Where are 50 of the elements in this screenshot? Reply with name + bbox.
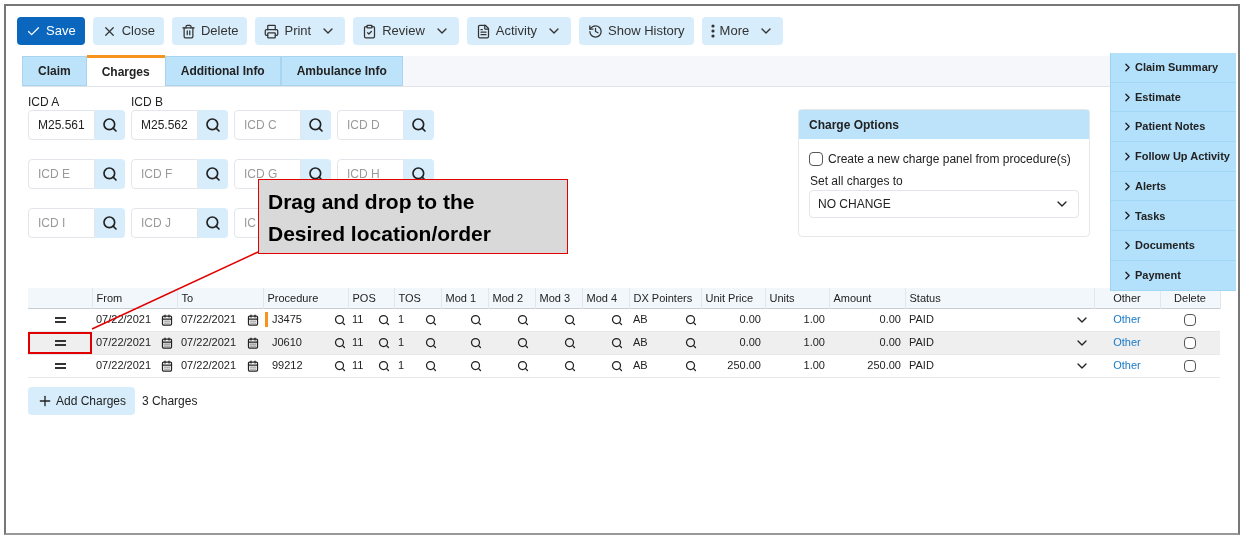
date-cell-text: 07/22/2021 bbox=[96, 358, 152, 374]
column-header: Mod 2 bbox=[488, 288, 535, 308]
table-cell-text: 1 bbox=[398, 358, 405, 374]
column-header: From bbox=[92, 288, 177, 308]
table-cell-text: AB bbox=[633, 312, 648, 328]
field-label: ICD A bbox=[28, 95, 61, 109]
date-cell-text: 07/22/2021 bbox=[181, 335, 237, 351]
table-cell: 1.00 bbox=[803, 313, 825, 326]
checkbox-label: Create a new charge panel from procedure(s) bbox=[828, 151, 1071, 168]
table-cell: 0.00 bbox=[879, 313, 901, 326]
column-header: DX Pointers bbox=[629, 288, 701, 308]
table-cell: 0.00 bbox=[879, 336, 901, 349]
charges-count: 3 Charges bbox=[142, 392, 198, 410]
table-cell-text: 11 bbox=[352, 335, 364, 351]
table-cell-text: 11 bbox=[352, 312, 364, 328]
table-cell-text: 99212 bbox=[272, 358, 303, 374]
table-cell-text: J0610 bbox=[272, 335, 302, 351]
date-cell-text: 07/22/2021 bbox=[96, 335, 152, 351]
table-cell: 1.00 bbox=[803, 336, 825, 349]
date-cell-text: 07/22/2021 bbox=[181, 358, 237, 374]
table-cell-text: PAID bbox=[909, 335, 934, 351]
table-cell-text: PAID bbox=[909, 358, 934, 374]
table-cell: 1.00 bbox=[803, 359, 825, 372]
table-cell-text: 1 bbox=[398, 335, 405, 351]
table-cell-text: AB bbox=[633, 335, 648, 351]
table-cell: 0.00 bbox=[739, 313, 761, 326]
column-header: Units bbox=[765, 288, 829, 308]
field-label: ICD B bbox=[131, 95, 164, 109]
column-header: Unit Price bbox=[701, 288, 765, 308]
column-header: To bbox=[177, 288, 263, 308]
table-cell-text: 1 bbox=[398, 312, 405, 328]
column-header: Amount bbox=[829, 288, 905, 308]
column-header: Mod 1 bbox=[441, 288, 488, 308]
table-cell-text: PAID bbox=[909, 312, 934, 328]
table-cell: 250.00 bbox=[867, 359, 901, 372]
column-header: TOS bbox=[394, 288, 441, 308]
table-cell-text: AB bbox=[633, 358, 648, 374]
select-label: Set all charges to bbox=[810, 174, 904, 188]
table-cell: 250.00 bbox=[727, 359, 761, 372]
column-header: Mod 3 bbox=[535, 288, 582, 308]
date-cell-text: 07/22/2021 bbox=[181, 312, 237, 328]
instruction-tooltip: Drag and drop to the Desired location/order bbox=[258, 179, 568, 254]
column-header: Procedure bbox=[263, 288, 348, 308]
table-cell-text: J3475 bbox=[272, 312, 302, 328]
table-cell: 0.00 bbox=[739, 336, 761, 349]
column-header: POS bbox=[348, 288, 394, 308]
column-header: Status bbox=[905, 288, 1094, 308]
column-header: Mod 4 bbox=[582, 288, 629, 308]
table-cell-text: 11 bbox=[352, 358, 364, 374]
panel-header: Charge Options bbox=[799, 110, 1089, 139]
